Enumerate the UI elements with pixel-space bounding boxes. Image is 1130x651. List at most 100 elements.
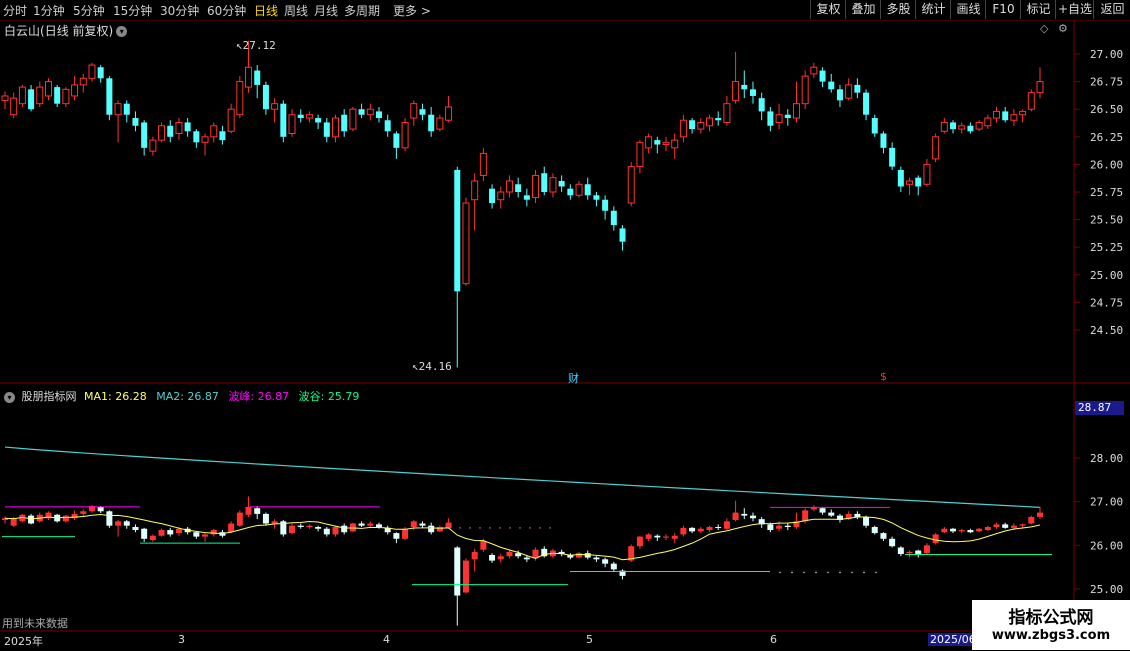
trail-dot	[851, 571, 853, 574]
date-m4: 4	[383, 633, 390, 646]
trail-dot	[459, 527, 461, 529]
ind-candle-body	[454, 547, 461, 596]
ind-candle-body	[993, 524, 1000, 527]
candle-body	[662, 141, 670, 146]
ind-candle-body	[802, 510, 809, 522]
ind-candle-body	[115, 521, 122, 526]
candle-body	[254, 70, 261, 85]
candle-body	[923, 163, 931, 185]
ind-candle-body	[602, 559, 609, 564]
ind-candle-body	[749, 515, 756, 519]
candle-body	[523, 195, 530, 200]
trail-dot	[499, 527, 501, 529]
candle-body	[201, 136, 209, 143]
candle-body	[679, 119, 687, 138]
ind-candle-body	[358, 523, 365, 526]
ind-candle-body	[776, 525, 783, 529]
high-value: 27.12	[242, 39, 276, 52]
candle-body	[697, 121, 705, 130]
candle-body	[88, 64, 96, 79]
candles-group	[1, 40, 1044, 368]
ind-candle-body	[497, 556, 504, 560]
ind-candle-body	[193, 532, 200, 537]
candle-body	[358, 109, 365, 115]
candle-body	[384, 120, 391, 132]
trail-dot	[519, 527, 521, 529]
candle-body	[645, 136, 653, 149]
ind-tick-label: 26.00	[1090, 539, 1123, 552]
candle-body	[349, 108, 357, 130]
ind-candle-body	[341, 525, 348, 533]
ind-candle-body	[819, 508, 826, 513]
ind-candle-body	[428, 525, 435, 533]
indicator-name[interactable]: 股朋指标网	[22, 390, 77, 403]
low-label: ↖24.16	[412, 360, 452, 373]
candle-body	[375, 111, 382, 119]
candle-body	[715, 118, 722, 121]
trail-dot	[803, 571, 805, 574]
peak-label: 波峰: 26.87	[228, 390, 290, 403]
dividend-marker[interactable]: $	[880, 370, 887, 383]
ind-candle-body	[958, 530, 965, 532]
candle-body	[428, 114, 435, 132]
ind-candle-body	[610, 563, 617, 570]
candle-body	[297, 114, 304, 119]
ind-candle-body	[471, 551, 478, 560]
ind-candle-body	[271, 521, 278, 524]
candle-body	[245, 66, 253, 88]
ind-candle-body	[480, 540, 487, 550]
candle-body	[610, 210, 617, 226]
trail-dot	[839, 571, 841, 574]
ind-candle-body	[10, 519, 17, 526]
ind-candle-body	[732, 512, 739, 521]
candle-body	[889, 147, 896, 167]
ind-candle-body	[367, 523, 374, 526]
ind-candle-body	[593, 557, 600, 560]
candle-body	[280, 103, 287, 137]
ind-candle-body	[950, 528, 957, 532]
ind-candle-body	[80, 511, 87, 514]
chevron-down-icon[interactable]: ▾	[4, 391, 15, 403]
candle-body	[636, 141, 644, 168]
ind-candle-body	[697, 528, 704, 532]
candle-body	[479, 152, 487, 176]
candle-body	[288, 114, 296, 134]
finance-marker[interactable]: 财	[568, 370, 579, 386]
candle-body	[975, 121, 983, 130]
date-year: 2025年	[4, 635, 43, 648]
ind-candle-body	[1028, 516, 1035, 524]
trail-dot	[419, 527, 421, 529]
future-data-note: 用到未来数据	[2, 617, 68, 630]
ind-candle-body	[671, 535, 678, 539]
candle-body	[323, 122, 330, 137]
candle-body	[732, 81, 740, 101]
ind-candle-body	[123, 521, 130, 526]
candle-body	[54, 87, 61, 104]
candle-body	[44, 81, 52, 97]
candle-body	[28, 89, 35, 110]
trail-dot	[539, 527, 541, 529]
ind-candle-body	[680, 527, 687, 535]
current-value-tag: 28.87	[1075, 401, 1124, 415]
ma2-label: MA2: 26.87	[156, 390, 219, 403]
ind-candle-body	[349, 523, 356, 532]
price-tick-label: 26.25	[1090, 131, 1123, 144]
ind-candle-body	[663, 536, 670, 538]
candle-body	[792, 103, 800, 119]
candle-body	[193, 131, 200, 143]
ind-candle-body	[462, 560, 469, 593]
ind-candle-body	[323, 528, 330, 535]
trail-dot	[791, 571, 793, 574]
candle-body	[801, 75, 809, 105]
ind-candle-body	[149, 535, 156, 541]
candle-body	[262, 84, 269, 110]
ind-candle-body	[828, 512, 835, 516]
candle-body	[854, 84, 861, 93]
price-axis: 27.00 26.75 26.50 26.25 26.00 25.75 25.50 25.25…	[1074, 48, 1123, 337]
candle-body	[123, 103, 130, 115]
ind-candle-body	[106, 511, 113, 526]
trail-dot	[827, 571, 829, 574]
candle-body	[167, 125, 174, 137]
ind-candle-body	[410, 521, 417, 527]
trail-dot	[509, 527, 511, 529]
